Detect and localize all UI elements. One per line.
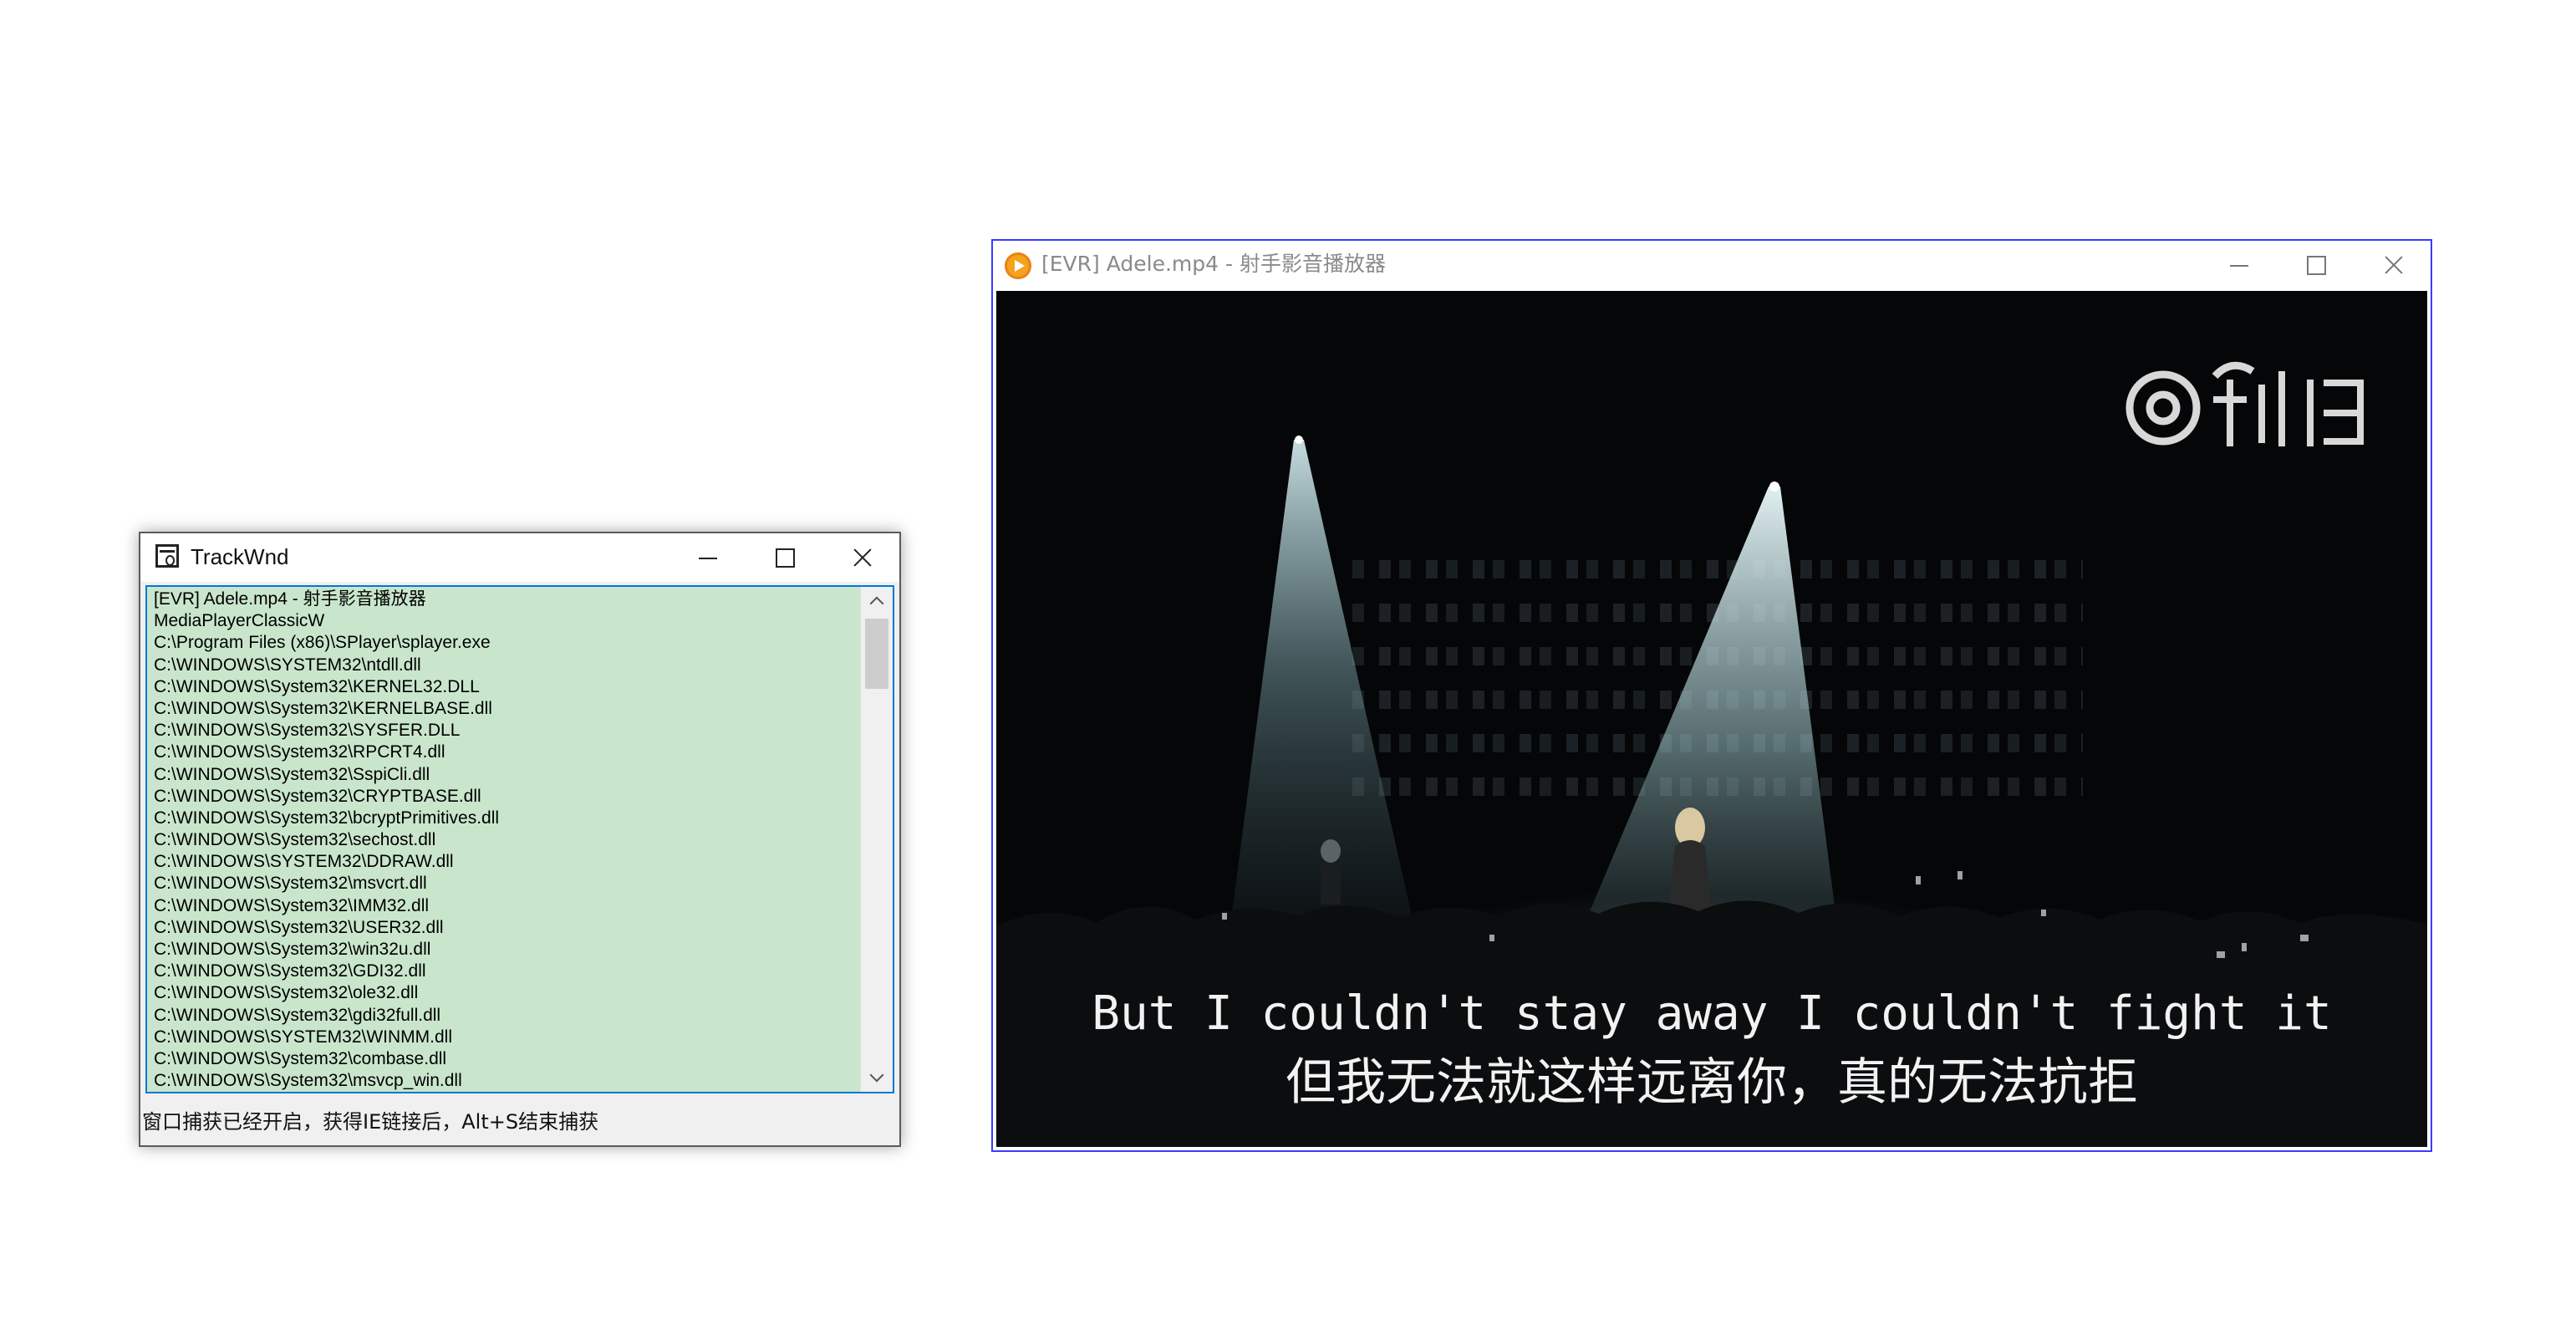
list-item[interactable]: C:\WINDOWS\System32\SYSFER.DLL — [154, 720, 856, 742]
list-item[interactable]: C:\WINDOWS\System32\gdi32full.dll — [154, 1005, 856, 1027]
list-item[interactable]: C:\WINDOWS\System32\ole32.dll — [154, 982, 856, 1004]
module-listbox[interactable]: [EVR] Adele.mp4 - 射手影音播放器 MediaPlayerClas… — [145, 585, 894, 1093]
module-list: [EVR] Adele.mp4 - 射手影音播放器 MediaPlayerClas… — [154, 589, 856, 1092]
minimize-icon[interactable] — [669, 533, 746, 582]
trackwnd-titlebar[interactable]: TrackWnd — [140, 533, 899, 582]
player-titlebar[interactable]: [EVR] Adele.mp4 - 射手影音播放器 — [993, 241, 2431, 289]
list-item[interactable]: MediaPlayerClassicW — [154, 610, 856, 632]
list-item[interactable]: C:\WINDOWS\System32\bcryptPrimitives.dll — [154, 808, 856, 829]
splayer-play-icon — [1005, 252, 1031, 279]
close-icon[interactable] — [822, 533, 899, 582]
list-item[interactable]: C:\WINDOWS\System32\win32u.dll — [154, 939, 856, 961]
list-item[interactable]: C:\Program Files (x86)\SPlayer\splayer.e… — [154, 632, 856, 654]
list-item[interactable]: C:\WINDOWS\System32\sechost.dll — [154, 829, 856, 851]
maximize-icon[interactable] — [2277, 241, 2354, 289]
list-item[interactable]: C:\WINDOWS\System32\SspiCli.dll — [154, 764, 856, 786]
maximize-icon[interactable] — [746, 533, 822, 582]
scroll-down-icon[interactable] — [861, 1063, 893, 1092]
video-area[interactable]: But I couldn't stay away I couldn't figh… — [996, 291, 2427, 1147]
list-item[interactable]: C:\WINDOWS\System32\msvcp_win.dll — [154, 1070, 856, 1092]
status-text: 窗口捕获已经开启，获得IE链接后，Alt+S结束捕获 — [142, 1110, 599, 1134]
list-item[interactable]: C:\WINDOWS\System32\USER32.dll — [154, 917, 856, 939]
trackwnd-app-icon — [155, 544, 179, 568]
list-item[interactable]: C:\WINDOWS\SYSTEM32\WINMM.dll — [154, 1027, 856, 1048]
list-item[interactable]: C:\WINDOWS\SYSTEM32\ntdll.dll — [154, 655, 856, 676]
list-item[interactable]: C:\WINDOWS\System32\KERNEL32.DLL — [154, 676, 856, 698]
list-item[interactable]: C:\WINDOWS\System32\IMM32.dll — [154, 895, 856, 917]
scroll-up-icon[interactable] — [861, 587, 893, 615]
list-item[interactable]: C:\WINDOWS\System32\CRYPTBASE.dll — [154, 786, 856, 808]
subtitle-chinese: 但我无法就这样远离你，真的无法抗拒 — [1285, 1053, 2138, 1112]
list-item[interactable]: C:\WINDOWS\System32\KERNELBASE.dll — [154, 698, 856, 720]
vertical-scrollbar[interactable] — [860, 587, 893, 1092]
list-item[interactable]: C:\WINDOWS\System32\combase.dll — [154, 1048, 856, 1070]
player-title: [EVR] Adele.mp4 - 射手影音播放器 — [1041, 252, 1386, 276]
list-item[interactable]: C:\WINDOWS\SYSTEM32\DDRAW.dll — [154, 851, 856, 873]
list-item[interactable]: [EVR] Adele.mp4 - 射手影音播放器 — [154, 589, 856, 610]
player-window[interactable]: [EVR] Adele.mp4 - 射手影音播放器 But I couldn't… — [991, 239, 2432, 1152]
scrollbar-thumb[interactable] — [865, 619, 888, 689]
close-icon[interactable] — [2354, 241, 2431, 289]
subtitle-english: But I couldn't stay away I couldn't figh… — [1092, 986, 2332, 1041]
list-item[interactable]: C:\WINDOWS\System32\msvcrt.dll — [154, 873, 856, 894]
list-item[interactable]: C:\WINDOWS\System32\RPCRT4.dll — [154, 742, 856, 763]
minimize-icon[interactable] — [2200, 241, 2277, 289]
trackwnd-title: TrackWnd — [191, 544, 289, 569]
list-item[interactable]: C:\WINDOWS\System32\GDI32.dll — [154, 961, 856, 982]
miaopai-watermark-logo — [2125, 361, 2364, 446]
trackwnd-window[interactable]: TrackWnd [EVR] Adele.mp4 - 射手影音播放器 MediaP… — [139, 532, 901, 1147]
